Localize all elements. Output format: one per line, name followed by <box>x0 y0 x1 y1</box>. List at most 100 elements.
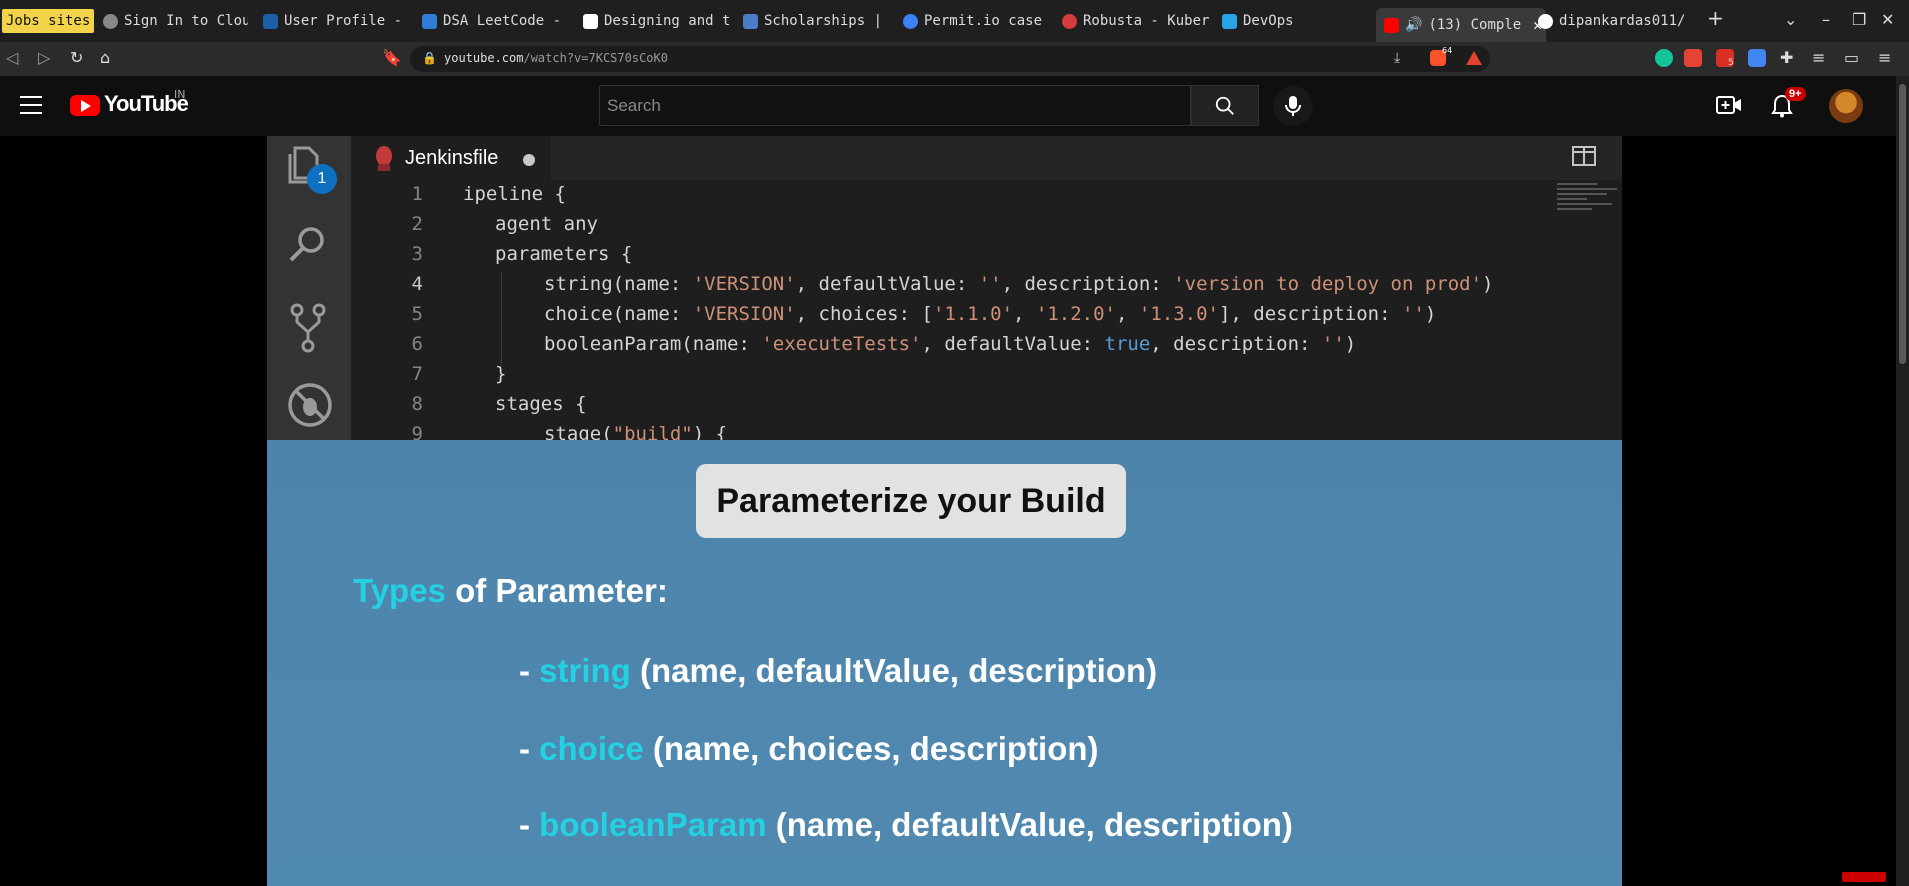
translate-icon[interactable] <box>1748 49 1766 67</box>
tab-robusta[interactable]: Robusta - Kuber <box>1062 8 1212 34</box>
source-control-icon <box>290 303 326 353</box>
address-bar[interactable]: 🔒 youtube.com/watch?v=7KCS70sCoK0 ⤓ 64 <box>410 46 1490 72</box>
back-icon[interactable]: ◁ <box>6 48 18 67</box>
playlist-icon[interactable]: ≡ <box>1812 48 1825 67</box>
line-number: 7 <box>411 363 423 385</box>
tab-label: DevOps <box>1243 13 1294 29</box>
video-code-editor[interactable]: 1 Jenkinsfile 1 2 3 4 5 6 7 8 9 ipeline … <box>267 136 1622 440</box>
tab-label: (13) Comple <box>1428 17 1522 33</box>
tab-designing[interactable]: Designing and t <box>583 8 731 34</box>
youtube-logo-icon[interactable] <box>70 95 100 116</box>
scrollbar-thumb[interactable] <box>1899 84 1906 364</box>
extension-icon[interactable] <box>1684 49 1702 67</box>
voice-search-button[interactable] <box>1273 86 1313 126</box>
youtube-header: YouTube IN Search 9+ <box>0 76 1896 136</box>
tab-label: Scholarships | <box>764 13 883 29</box>
code-line: booleanParam(name: 'executeTests', defau… <box>544 333 1357 355</box>
search-input[interactable]: Search <box>599 85 1191 126</box>
new-tab-button[interactable]: + <box>1707 6 1724 30</box>
speaker-icon: 🔊 <box>1405 17 1423 33</box>
notification-badge: 9+ <box>1785 87 1806 101</box>
editor-tab-bar: Jenkinsfile <box>351 136 1622 180</box>
site-icon <box>903 13 918 29</box>
search-button[interactable] <box>1191 85 1259 126</box>
slide-bullet: - string (name, defaultValue, descriptio… <box>519 652 1158 689</box>
tab-devops[interactable]: DevOps <box>1222 8 1372 34</box>
tab-label: dipankardas011/ <box>1559 13 1686 29</box>
close-window-button[interactable]: ✕ <box>1881 10 1894 29</box>
tab-jobs-sites[interactable]: Jobs sites <box>2 9 95 33</box>
explorer-badge: 1 <box>307 164 337 194</box>
brave-rewards-icon[interactable] <box>1466 51 1482 65</box>
tab-scholarships[interactable]: Scholarships | <box>743 8 893 34</box>
grammarly-icon[interactable] <box>1655 49 1673 67</box>
home-icon[interactable]: ⌂ <box>100 48 110 67</box>
checkmark-icon <box>422 13 437 29</box>
browser-toolbar: ◁ ▷ ↻ ⌂ 🔖 🔒 youtube.com/watch?v=7KCS70sC… <box>0 42 1909 76</box>
line-number: 1 <box>411 183 423 205</box>
editor-tab-label: Jenkinsfile <box>405 147 499 169</box>
lock-icon: 🔒 <box>422 51 437 65</box>
editor-minimap[interactable] <box>1557 180 1622 240</box>
menu-hamburger-icon[interactable] <box>20 96 42 120</box>
tab-list-chevron-icon[interactable]: ⌄ <box>1784 10 1797 29</box>
tab-label: Robusta - Kuber <box>1083 13 1210 29</box>
code-line: ipeline { <box>463 183 566 205</box>
forward-icon[interactable]: ▷ <box>38 48 50 67</box>
page-scrollbar[interactable] <box>1896 76 1909 886</box>
tab-youtube-active[interactable]: 🔊 (13) Comple ✕ <box>1376 8 1546 42</box>
tab-user-profile[interactable]: User Profile - <box>263 8 413 34</box>
menu-icon[interactable]: ≡ <box>1878 48 1891 67</box>
tab-label: Permit.io case <box>924 13 1043 29</box>
youtube-favicon-icon <box>1384 17 1399 33</box>
editor-file-tab[interactable]: Jenkinsfile <box>351 136 551 180</box>
code-line: agent any <box>495 213 598 235</box>
search-placeholder: Search <box>607 96 661 115</box>
microphone-icon <box>1285 96 1301 116</box>
create-video-icon[interactable] <box>1716 94 1742 116</box>
editor-activity-bar: 1 <box>267 136 351 440</box>
wallet-icon[interactable]: ▭ <box>1844 48 1859 67</box>
tab-label: DSA LeetCode - <box>443 13 562 29</box>
line-number: 6 <box>411 333 423 355</box>
extension-badge: 5 <box>1728 58 1734 68</box>
code-line: stages { <box>495 393 587 415</box>
github-icon <box>1538 13 1553 29</box>
split-editor-icon[interactable] <box>1572 144 1596 168</box>
bookmark-icon[interactable]: 🔖 <box>382 48 402 67</box>
subheading-highlight: Types <box>353 572 446 609</box>
line-number: 8 <box>411 393 423 415</box>
subheading-text: of Parameter: <box>445 572 668 609</box>
restore-button[interactable]: ❐ <box>1852 10 1866 29</box>
search-icon <box>1215 96 1234 115</box>
tab-github[interactable]: dipankardas011/ <box>1538 8 1688 34</box>
tab-permit-io[interactable]: Permit.io case <box>903 8 1051 34</box>
jenkins-file-icon <box>376 146 392 171</box>
minimize-button[interactable]: – <box>1822 10 1830 29</box>
tab-dsa-leetcode[interactable]: DSA LeetCode - <box>422 8 574 34</box>
line-number: 2 <box>411 213 423 235</box>
install-app-icon[interactable]: ⤓ <box>1394 50 1400 66</box>
url-text: youtube.com/watch?v=7KCS70sCoK0 <box>444 51 668 65</box>
tab-label: Designing and t <box>604 13 731 29</box>
code-line: string(name: 'VERSION', defaultValue: ''… <box>544 273 1494 295</box>
code-area[interactable]: 1 2 3 4 5 6 7 8 9 ipeline { agent any pa… <box>351 180 1551 440</box>
browser-tab-strip: Jobs sites Sign In to Clou User Profile … <box>0 0 1909 42</box>
reload-icon[interactable]: ↻ <box>70 48 83 67</box>
tab-label: User Profile - <box>284 13 403 29</box>
globe-icon <box>103 13 118 29</box>
tab-label: Sign In to Clou <box>124 13 248 29</box>
site-icon <box>1222 13 1237 29</box>
puzzle-extensions-icon[interactable]: ✚ <box>1780 48 1793 67</box>
site-icon <box>583 13 598 29</box>
unsaved-dot-icon <box>523 154 535 166</box>
brave-count: 64 <box>1442 46 1453 55</box>
line-number: 4 <box>411 273 423 295</box>
tab-sign-in-cloud[interactable]: Sign In to Clou <box>103 8 248 34</box>
line-number: 3 <box>411 243 423 265</box>
subscribe-watermark-icon <box>1842 872 1886 882</box>
video-slide[interactable]: Parameterize your Build Types of Paramet… <box>267 440 1622 886</box>
avatar[interactable] <box>1829 89 1863 123</box>
slide-bullet: - choice (name, choices, description) <box>519 730 1099 767</box>
site-icon <box>743 13 758 29</box>
